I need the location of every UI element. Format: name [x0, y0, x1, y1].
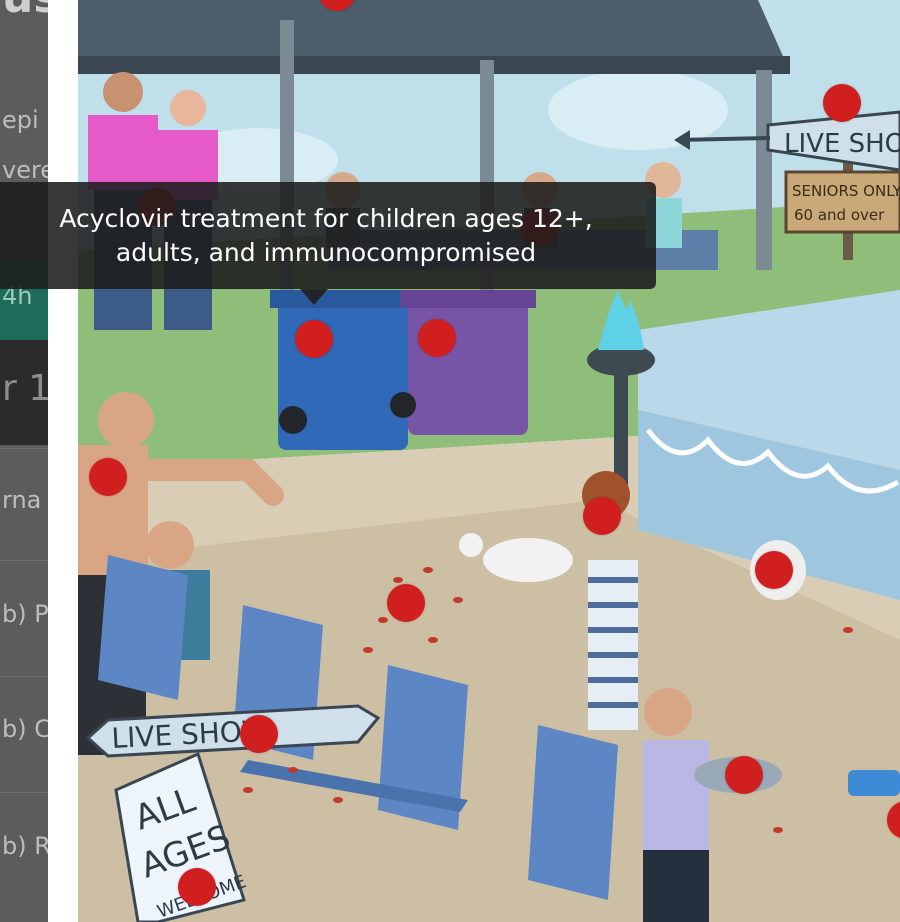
app-root: us epi vere 4h r 1 rna b) P b) C b) R	[0, 0, 900, 922]
purple-bin-lid	[400, 290, 536, 308]
hotspot-all-ages-sign[interactable]	[178, 868, 216, 906]
water-gun	[848, 770, 900, 796]
chicken-head	[459, 533, 483, 557]
boy-pants	[643, 850, 709, 922]
background-page: us epi vere 4h r 1 rna b) P b) C b) R	[0, 0, 48, 922]
live-show-sign-text: LIVE SHOW	[784, 129, 900, 159]
chair	[528, 725, 618, 900]
staff-head	[103, 72, 143, 112]
seated-man-head	[146, 521, 194, 569]
image-modal: LIVE SHOW SENIORS ONLY: 60 and over	[48, 0, 900, 922]
bg-divider	[0, 560, 48, 561]
scene-svg: LIVE SHOW SENIORS ONLY: 60 and over	[78, 0, 900, 922]
pavilion-post	[756, 70, 772, 270]
hotspot-tooltip: Acyclovir treatment for children ages 12…	[0, 182, 656, 289]
hotspot-live-show-sign[interactable]	[823, 84, 861, 122]
hotspot-purple-bin[interactable]	[418, 319, 456, 357]
hotspot-red-drops-ground[interactable]	[387, 584, 425, 622]
roof-edge	[78, 56, 790, 74]
bg-option-fragment: b) R	[2, 832, 48, 860]
tooltip-line1: Acyclovir treatment for children ages 12…	[59, 204, 593, 233]
hotspot-shouting-man[interactable]	[89, 458, 127, 496]
bg-text-fragment: vere	[2, 156, 48, 184]
bg-text-fragment: epi	[2, 106, 39, 134]
man-head	[98, 392, 154, 448]
boy-shirt	[643, 740, 709, 850]
bg-text-fragment: rna	[2, 486, 42, 514]
chair	[98, 555, 188, 700]
bg-title-fragment: us	[2, 0, 48, 23]
bg-divider	[0, 448, 48, 449]
bg-text-fragment: r 1	[2, 368, 48, 409]
bg-divider	[0, 676, 48, 677]
sign-arrow-line	[677, 136, 771, 142]
festival-scene-illustration: LIVE SHOW SENIORS ONLY: 60 and over	[78, 0, 900, 922]
purple-recycling-bin	[408, 300, 528, 435]
hotspot-live-show-arrow-sign[interactable]	[240, 715, 278, 753]
hotspot-girl-hands-on-head[interactable]	[583, 497, 621, 535]
seniors-sign-line2: 60 and over	[794, 206, 885, 224]
bin-wheel	[279, 406, 307, 434]
bg-option-fragment: b) C	[2, 715, 48, 743]
seniors-sign-line1: SENIORS ONLY:	[792, 182, 900, 200]
staff-shirt	[88, 115, 158, 190]
tooltip-pointer	[300, 289, 328, 305]
tooltip-line2: adults, and immunocompromised	[115, 238, 537, 267]
bg-divider	[0, 792, 48, 793]
blue-bin-lid	[270, 290, 416, 308]
hotspot-blue-bin[interactable]	[295, 320, 333, 358]
bin-wheel	[390, 392, 416, 418]
hotspot-boy-with-tray[interactable]	[725, 756, 763, 794]
boy-head	[644, 688, 692, 736]
chicken	[483, 538, 573, 582]
hotspot-chicken-right[interactable]	[755, 551, 793, 589]
staff-head	[170, 90, 206, 126]
bg-option-fragment: b) P	[2, 600, 48, 628]
